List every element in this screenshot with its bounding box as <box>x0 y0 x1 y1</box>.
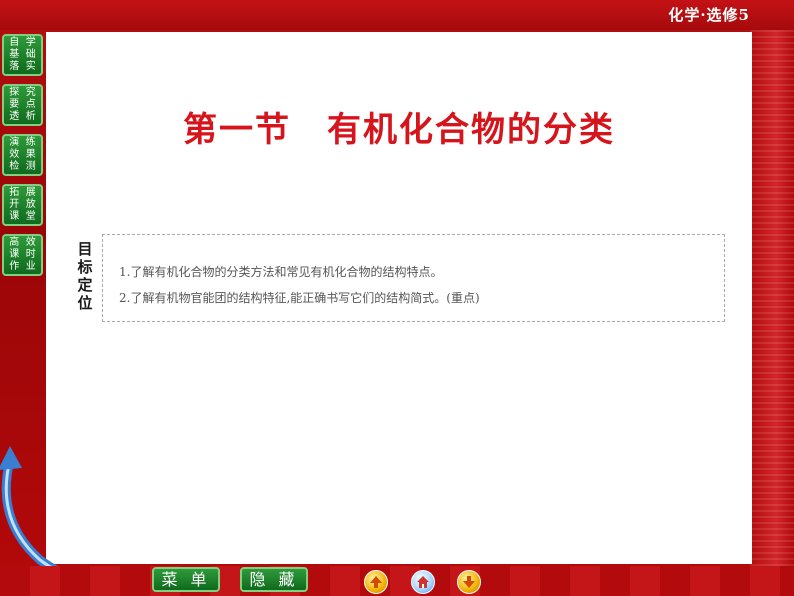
home-button[interactable] <box>411 570 435 594</box>
course-title: 化学·选修5 <box>668 6 750 24</box>
down-arrow-button[interactable] <box>457 570 481 594</box>
down-arrow-icon <box>463 576 475 588</box>
nav-button-tanjiu[interactable]: 探究 要点 透析 <box>2 84 43 126</box>
up-arrow-button[interactable] <box>364 570 388 594</box>
right-stripe-decoration <box>750 30 794 596</box>
nav-button-zuoye[interactable]: 高效 课时 作业 <box>2 234 43 276</box>
objective-item-1: 1.了解有机化合物的分类方法和常见有机化合物的结构特点。 <box>119 265 443 279</box>
nav-button-jichu[interactable]: 自学 基础 落实 <box>2 34 43 76</box>
top-bar: 化学·选修5 <box>0 0 794 30</box>
home-icon <box>417 576 429 588</box>
menu-button[interactable]: 菜 单 <box>152 567 220 592</box>
nav-button-jiance[interactable]: 演练 效果 检测 <box>2 134 43 176</box>
objective-box: 1.了解有机化合物的分类方法和常见有机化合物的结构特点。 2.了解有机物官能团的… <box>102 234 725 322</box>
page-title: 第一节 有机化合物的分类 <box>183 110 615 150</box>
objective-item-2: 2.了解有机物官能团的结构特征,能正确书写它们的结构简式。(重点) <box>119 291 480 305</box>
nav-button-tuozhan[interactable]: 拓展 开放 课堂 <box>2 184 43 226</box>
up-arrow-icon <box>370 576 382 588</box>
footer-bar <box>0 566 794 596</box>
hide-button[interactable]: 隐 藏 <box>240 567 308 592</box>
objective-label: 目标定位 <box>77 240 93 312</box>
